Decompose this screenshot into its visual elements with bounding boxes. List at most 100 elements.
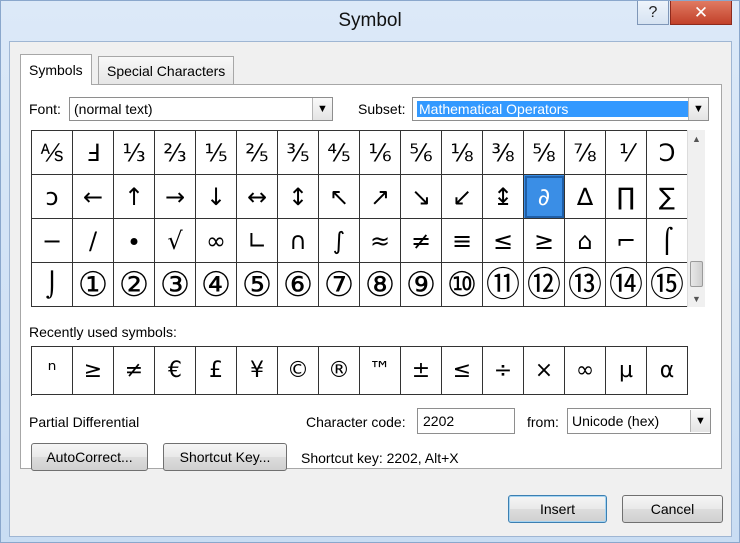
symbol-cell[interactable]: ④ [196,263,237,307]
chevron-down-icon[interactable]: ▼ [690,410,710,432]
recent-symbol-cell[interactable]: € [155,347,196,395]
font-dropdown[interactable]: (normal text) ▼ [69,97,333,121]
symbol-grid-scrollbar[interactable]: ▲ ▼ [687,130,705,307]
symbol-cell[interactable]: ↗ [360,175,401,219]
symbol-cell[interactable]: ⅘ [319,131,360,175]
symbol-cell[interactable]: ⑬ [565,263,606,307]
symbol-cell[interactable]: ⅍ [32,131,73,175]
symbol-cell[interactable]: ∂ [524,175,565,219]
symbol-cell[interactable]: ↓ [196,175,237,219]
symbol-cell[interactable]: ≤ [483,219,524,263]
symbol-cell[interactable]: ⅓ [114,131,155,175]
symbol-cell[interactable]: ⑭ [606,263,647,307]
symbol-cell[interactable]: ≡ [442,219,483,263]
recent-symbol-cell[interactable]: ™ [360,347,401,395]
scroll-down-icon[interactable]: ▼ [688,290,705,307]
symbol-cell[interactable]: ↨ [483,175,524,219]
symbol-cell[interactable]: ≠ [401,219,442,263]
cancel-button[interactable]: Cancel [622,495,723,523]
symbol-cell[interactable]: ↔ [237,175,278,219]
symbol-cell[interactable]: Ⅎ [73,131,114,175]
scroll-up-icon[interactable]: ▲ [688,130,705,147]
recent-symbol-cell[interactable]: ≠ [114,347,155,395]
symbol-cell[interactable]: ∟ [237,219,278,263]
symbol-cell[interactable]: ⅖ [237,131,278,175]
symbol-cell[interactable]: ↑ [114,175,155,219]
symbol-cell[interactable]: ⑩ [442,263,483,307]
symbol-cell[interactable]: Ↄ [647,131,687,175]
symbol-cell[interactable]: ∙ [114,219,155,263]
symbol-cell[interactable]: ② [114,263,155,307]
symbol-cell[interactable]: √ [155,219,196,263]
symbol-cell[interactable]: ⌠ [647,219,687,263]
symbol-cell[interactable]: ↙ [442,175,483,219]
symbol-cell[interactable]: ∕ [73,219,114,263]
autocorrect-button[interactable]: AutoCorrect... [31,443,148,471]
symbol-cell[interactable]: ⅞ [565,131,606,175]
symbol-cell[interactable]: ↄ [32,175,73,219]
recent-symbol-cell[interactable]: ± [401,347,442,395]
symbol-cell[interactable]: ⅗ [278,131,319,175]
symbol-cell[interactable]: ⅔ [155,131,196,175]
symbol-cell[interactable]: ⑮ [647,263,687,307]
symbol-cell[interactable]: ⑦ [319,263,360,307]
symbol-cell[interactable]: ⑫ [524,263,565,307]
help-button[interactable]: ? [637,1,669,25]
subset-value: Mathematical Operators [417,101,688,117]
symbol-cell[interactable]: ← [73,175,114,219]
symbol-cell[interactable]: ∩ [278,219,319,263]
shortcut-key-button[interactable]: Shortcut Key... [163,443,287,471]
symbol-cell[interactable]: ⅟ [606,131,647,175]
recent-symbol-cell[interactable]: ¥ [237,347,278,395]
recent-symbol-cell[interactable]: ≤ [442,347,483,395]
symbol-cell[interactable]: ∑ [647,175,687,219]
symbol-cell[interactable]: ⅙ [360,131,401,175]
subset-dropdown[interactable]: Mathematical Operators ▼ [412,97,709,121]
insert-button[interactable]: Insert [508,495,607,523]
recent-symbol-cell[interactable]: ® [319,347,360,395]
symbol-cell[interactable]: ⑥ [278,263,319,307]
symbol-cell[interactable]: ⌂ [565,219,606,263]
symbol-cell[interactable]: ∏ [606,175,647,219]
symbol-cell[interactable]: ↖ [319,175,360,219]
symbol-cell[interactable]: ∞ [196,219,237,263]
from-dropdown[interactable]: Unicode (hex) ▼ [567,408,711,434]
symbol-cell[interactable]: ⅕ [196,131,237,175]
symbol-cell[interactable]: ↕ [278,175,319,219]
tab-symbols[interactable]: Symbols [20,54,92,85]
recent-symbol-cell[interactable]: ÷ [483,347,524,395]
recent-symbol-cell[interactable]: µ [606,347,647,395]
chevron-down-icon[interactable]: ▼ [312,98,332,120]
symbol-cell[interactable]: ⑤ [237,263,278,307]
symbol-cell[interactable]: ⑨ [401,263,442,307]
recent-symbol-cell[interactable]: α [647,347,688,395]
symbol-cell[interactable]: ⅝ [524,131,565,175]
tab-special-characters[interactable]: Special Characters [98,56,235,84]
recent-symbol-cell[interactable]: ∞ [565,347,606,395]
symbol-cell[interactable]: ⅚ [401,131,442,175]
close-button[interactable]: ✕ [670,1,732,25]
symbol-cell[interactable]: ∫ [319,219,360,263]
symbol-cell[interactable]: ≥ [524,219,565,263]
symbol-cell[interactable]: ∆ [565,175,606,219]
symbol-cell[interactable]: ⅜ [483,131,524,175]
recent-symbol-cell[interactable]: © [278,347,319,395]
recent-symbol-cell[interactable]: × [524,347,565,395]
scrollbar-thumb[interactable] [690,261,703,287]
recent-symbol-cell[interactable]: £ [196,347,237,395]
symbol-cell[interactable]: ⑧ [360,263,401,307]
symbol-cell[interactable]: ① [73,263,114,307]
symbol-cell[interactable]: − [32,219,73,263]
character-code-input[interactable]: 2202 [417,408,515,434]
symbol-cell[interactable]: ≈ [360,219,401,263]
symbol-cell[interactable]: ⌐ [606,219,647,263]
symbol-cell[interactable]: ⅛ [442,131,483,175]
symbol-cell[interactable]: ↘ [401,175,442,219]
symbol-cell[interactable]: ⌡ [32,263,73,307]
symbol-cell[interactable]: ⑪ [483,263,524,307]
symbol-cell[interactable]: → [155,175,196,219]
symbol-cell[interactable]: ③ [155,263,196,307]
recent-symbol-cell[interactable]: ≥ [73,347,114,395]
chevron-down-icon[interactable]: ▼ [688,98,708,120]
recent-symbol-cell[interactable]: ⁿ [32,347,73,395]
